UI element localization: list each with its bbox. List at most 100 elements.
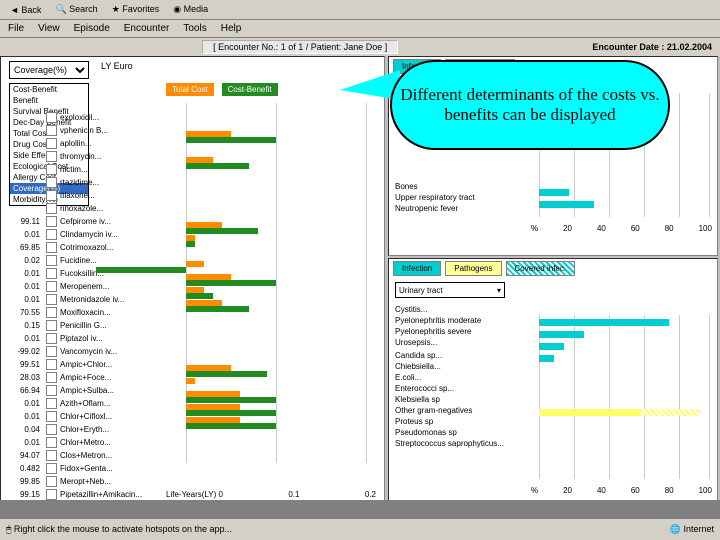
menu-file[interactable]: File [8,23,24,34]
tab-pathogens[interactable]: Pathogens [445,261,501,276]
drug-row: 0.01Piptazol iv... [9,332,150,345]
tab-infection2[interactable]: Infection [393,261,441,276]
drug-row: 0.01 Azith+Oflam... [9,397,150,410]
axis-label: Life-Years(LY) 0 [166,490,223,499]
drug-checkbox[interactable] [46,359,57,370]
drug-name: Azith+Oflam... [60,399,150,408]
back-button[interactable]: ◄ Back [4,3,47,17]
drug-row: 70.55Moxifloxacin... [9,306,150,319]
drug-name: ttiaxone... [60,191,150,200]
drug-value: 0.01 [9,399,43,408]
drug-row: 0.15 Penicillin G... [9,319,150,332]
drug-name: vphenicin B... [60,126,150,135]
drug-row: 0.01Metronidazole iv... [9,293,150,306]
menu-help[interactable]: Help [221,23,242,34]
pathogen-row: Cystitis... [395,304,711,315]
chart-bar [186,378,195,384]
drug-checkbox[interactable] [46,398,57,409]
drug-row: rtazidime... [9,176,150,189]
drug-row: 28.03Ampic+Foce... [9,371,150,384]
listbox-option[interactable]: Benefit [10,95,88,106]
drug-name: nictim... [60,165,150,174]
drug-checkbox[interactable] [46,268,57,279]
drug-checkbox[interactable] [46,216,57,227]
drug-value: -99.02 [9,347,43,356]
drug-name: rtazidime... [60,178,150,187]
drug-checkbox[interactable] [46,294,57,305]
drug-value: 0.482 [9,464,43,473]
media-button[interactable]: ◉ Media [167,2,214,17]
drug-checkbox[interactable] [46,164,57,175]
listbox-option[interactable]: Cost-Benefit [10,84,88,95]
drug-name: Clindamycin iv... [60,230,150,239]
drug-row: thromycin... [9,150,150,163]
drug-checkbox[interactable] [46,385,57,396]
drug-checkbox[interactable] [46,112,57,123]
favorites-button[interactable]: ★ Favorites [106,2,166,17]
total-cost-tab[interactable]: Total Cost [166,83,214,96]
drug-value: 0.01 [9,438,43,447]
drug-name: Ampic+Chlor... [60,360,150,369]
drug-checkbox[interactable] [46,125,57,136]
drug-row: exoloxicil... [9,111,150,124]
drug-checkbox[interactable] [46,411,57,422]
drug-checkbox[interactable] [46,463,57,474]
right-axis2: %20406080100 [529,486,714,495]
menu-view[interactable]: View [38,23,60,34]
drug-checkbox[interactable] [46,242,57,253]
drug-name: Pipetazillin+Amikacin... [60,490,150,499]
tab-covered2[interactable]: Covered infec. [506,261,576,276]
drug-checkbox[interactable] [46,437,57,448]
drug-name: Penicillin G... [60,321,150,330]
menu-tools[interactable]: Tools [183,23,206,34]
chevron-down-icon: ▾ [497,286,501,295]
axis-tick: 0.1 [288,490,299,499]
drug-checkbox[interactable] [46,138,57,149]
chart-bar [186,293,213,299]
drug-name: Ampic+Sulba... [60,386,150,395]
drug-value: 0.01 [9,295,43,304]
drug-checkbox[interactable] [46,333,57,344]
drug-name: thromycin... [60,152,150,161]
drug-row: 0.01Chlor+Cifloxl... [9,410,150,423]
site-dropdown[interactable]: Urinary tract▾ [395,282,505,298]
chart-bar [96,267,186,273]
cost-benefit-tab[interactable]: Cost-Benefit [222,83,278,96]
drug-value: 99.15 [9,490,43,499]
drug-checkbox[interactable] [46,229,57,240]
cost-benefit-chart: Total Cost Cost-Benefit Life-Years(LY) 0… [166,83,381,503]
drug-value: 0.04 [9,425,43,434]
callout-bubble: Different determinants of the costs vs. … [390,60,670,150]
drug-checkbox[interactable] [46,177,57,188]
menu-episode[interactable]: Episode [74,23,110,34]
drug-value: 0.15 [9,321,43,330]
drug-checkbox[interactable] [46,281,57,292]
drug-name: aplollin... [60,139,150,148]
left-panel: Coverage(%) LY Euro Cost-BenefitBenefitS… [0,56,385,516]
drug-value: 70.55 [9,308,43,317]
drug-checkbox[interactable] [46,476,57,487]
drug-value: 0.01 [9,282,43,291]
encounter-date: Encounter Date : 21.02.2004 [592,42,712,52]
drug-checkbox[interactable] [46,190,57,201]
drug-checkbox[interactable] [46,372,57,383]
drug-name: exoloxicil... [60,113,150,122]
search-button[interactable]: 🔍 Search [49,2,103,17]
drug-checkbox[interactable] [46,151,57,162]
drug-name: rinoxazole... [60,204,150,213]
drug-checkbox[interactable] [46,489,57,500]
chart-bar [186,228,258,234]
drug-checkbox[interactable] [46,320,57,331]
menu-encounter[interactable]: Encounter [124,23,170,34]
drug-checkbox[interactable] [46,450,57,461]
drug-name: Ampic+Foce... [60,373,150,382]
drug-value: 99.11 [9,217,43,226]
drug-row: -99.02Vancomycin iv... [9,345,150,358]
coverage-dropdown[interactable]: Coverage(%) [9,61,89,79]
drug-checkbox[interactable] [46,346,57,357]
pathogens-chart: %20406080100 [529,315,714,495]
drug-checkbox[interactable] [46,424,57,435]
drug-checkbox[interactable] [46,307,57,318]
drug-checkbox[interactable] [46,203,57,214]
drug-checkbox[interactable] [46,255,57,266]
